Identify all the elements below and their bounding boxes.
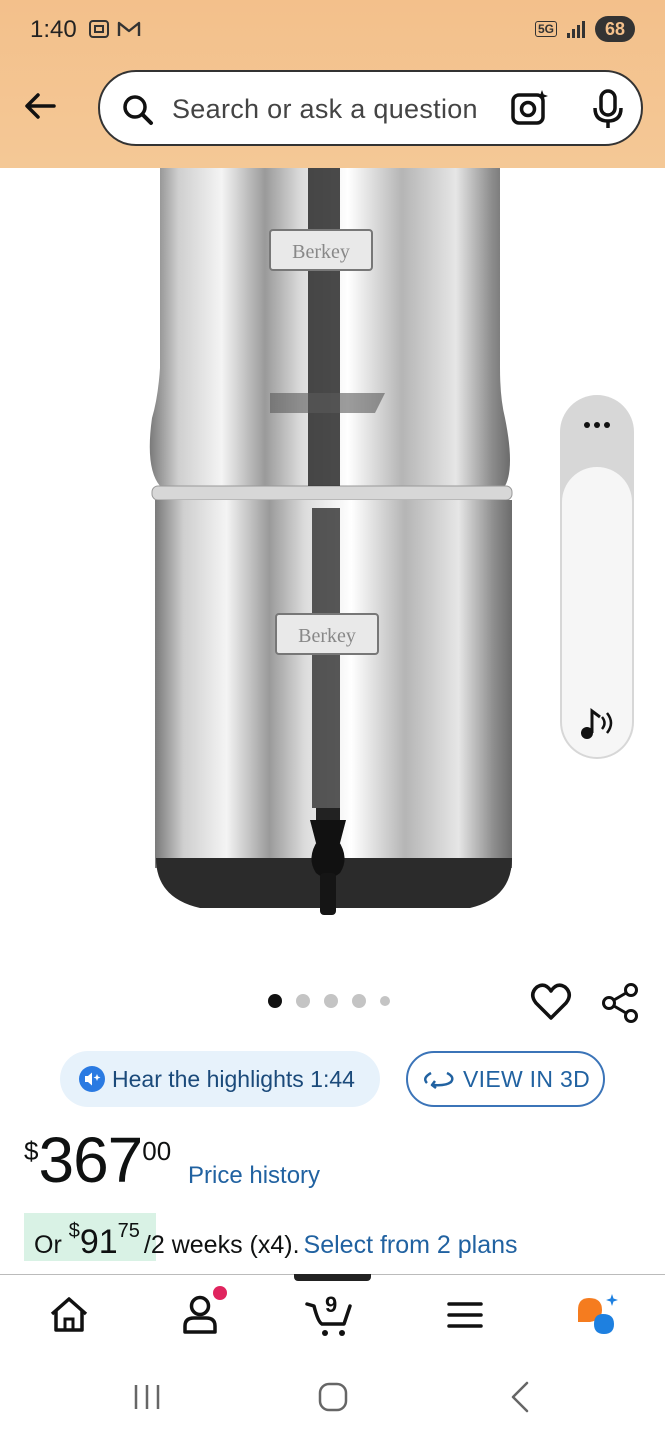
product-price: $ 367 00 [24, 1128, 171, 1198]
notification-dot [213, 1286, 227, 1300]
system-back-icon[interactable] [506, 1380, 534, 1414]
audio-playback-icon[interactable] [576, 703, 620, 743]
berkey-badge-bottom: Berkey [298, 625, 356, 647]
network-badge: 5G [534, 21, 557, 37]
image-carousel-dots[interactable] [268, 994, 390, 1008]
system-home-icon[interactable] [316, 1380, 350, 1414]
more-options-icon[interactable] [579, 415, 615, 435]
share-icon[interactable] [600, 982, 640, 1024]
installment-whole: 91 [79, 1223, 118, 1261]
price-history-link[interactable]: Price history [188, 1162, 320, 1190]
carousel-dot[interactable] [324, 994, 338, 1008]
select-plans-link[interactable]: Select from 2 plans [304, 1231, 518, 1260]
microphone-icon[interactable] [590, 88, 626, 130]
price-whole: 367 [38, 1124, 143, 1196]
search-input[interactable]: Search or ask a question [172, 94, 478, 125]
search-bar[interactable]: Search or ask a question [98, 70, 643, 146]
search-icon [123, 95, 153, 125]
carousel-dot[interactable] [380, 996, 390, 1006]
heart-icon[interactable] [530, 982, 572, 1022]
rufus-assistant-icon[interactable] [572, 1290, 622, 1340]
berkey-badge-top: Berkey [292, 241, 350, 263]
cart-count: 9 [325, 1292, 338, 1317]
battery-indicator: 68 [594, 16, 635, 42]
nav-drag-handle[interactable] [294, 1274, 371, 1281]
carousel-dot[interactable] [268, 994, 282, 1008]
status-right-icons: 5G 68 [534, 16, 635, 42]
installment-currency-symbol: $ [68, 1220, 80, 1242]
floating-actions-pill [560, 395, 634, 759]
status-bar: 1:40 5G 68 [0, 0, 665, 62]
hear-highlights-button[interactable]: Hear the highlights 1:44 [60, 1051, 380, 1107]
installment-prefix: Or [34, 1231, 69, 1259]
status-time: 1:40 [30, 16, 77, 43]
camera-lens-icon[interactable] [510, 88, 550, 128]
cart-tab[interactable]: 9 [304, 1290, 354, 1340]
hear-highlights-label: Hear the highlights 1:44 [112, 1065, 355, 1092]
carousel-dot[interactable] [352, 994, 366, 1008]
installment-fraction: 75 [117, 1220, 140, 1242]
home-icon[interactable] [44, 1290, 94, 1340]
recent-apps-icon[interactable] [130, 1382, 164, 1412]
price-fraction: 00 [142, 1136, 172, 1166]
speaker-sparkle-icon [79, 1066, 105, 1092]
back-arrow-icon[interactable] [20, 86, 60, 126]
installment-offer: Or $ 91 75 /2 weeks (x4). Select from 2 … [34, 1216, 518, 1260]
gmail-icon [117, 21, 141, 36]
signal-icon [566, 21, 585, 38]
installment-period: /2 weeks (x4). [143, 1231, 300, 1259]
price-currency-symbol: $ [24, 1136, 39, 1166]
view-in-3d-button[interactable]: VIEW IN 3D [406, 1051, 605, 1107]
menu-icon[interactable] [440, 1290, 490, 1340]
screenshot-icon [89, 20, 109, 38]
app-header: 1:40 5G 68 Search or ask a question [0, 0, 665, 168]
account-tab[interactable] [176, 1286, 227, 1340]
status-notification-icons [88, 18, 142, 40]
view-in-3d-label: VIEW IN 3D [463, 1065, 590, 1092]
rotate-3d-icon [423, 1071, 454, 1089]
carousel-dot[interactable] [296, 994, 310, 1008]
system-navigation-bar [0, 1350, 665, 1440]
